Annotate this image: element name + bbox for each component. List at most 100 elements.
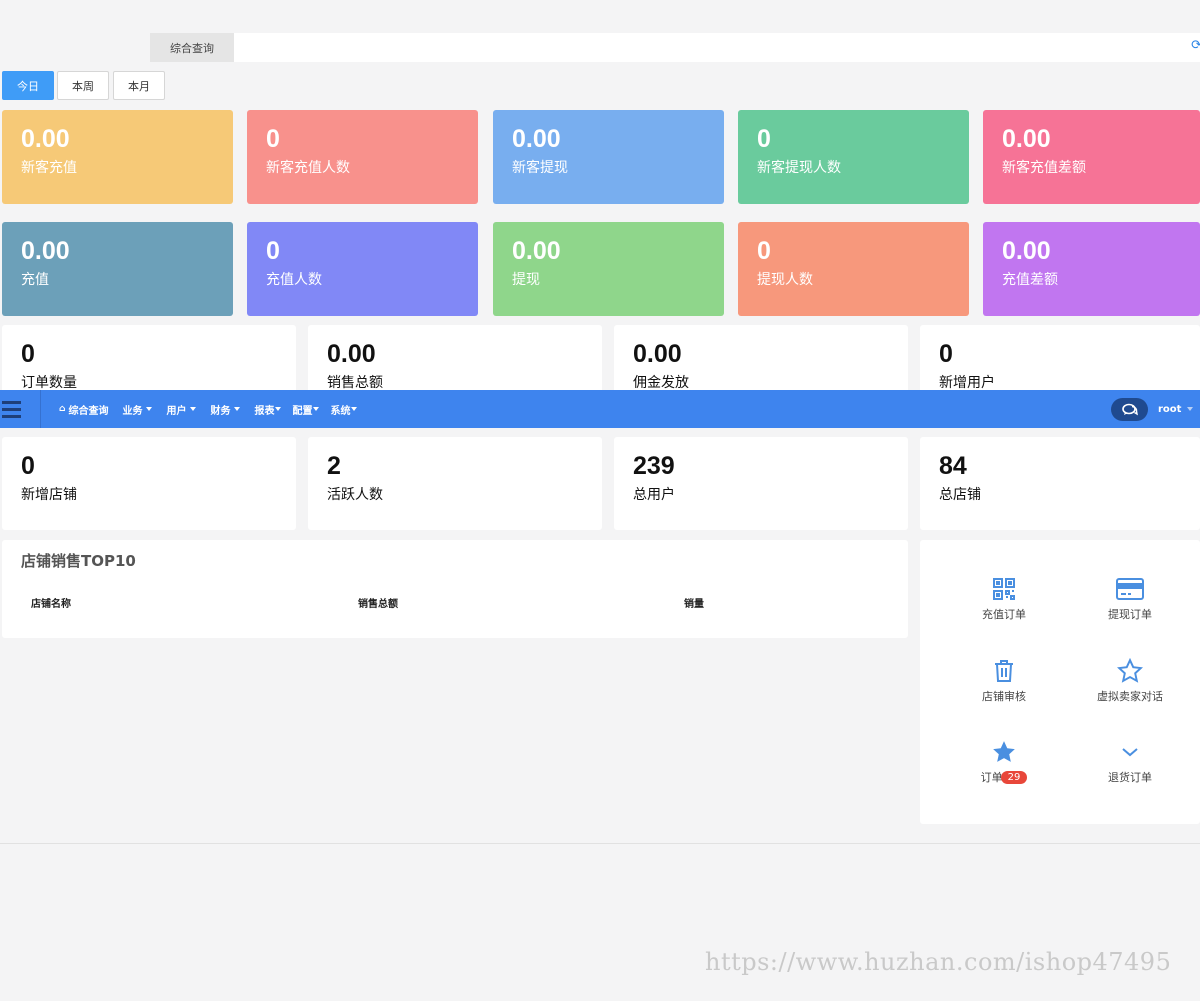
stat-label: 活跃人数 [327, 487, 383, 503]
stat-value: 0.00 [512, 237, 561, 265]
quick-link-label: 提现订单 [1108, 608, 1152, 621]
stat-label: 充值人数 [266, 272, 322, 288]
menu-toggle-button[interactable] [0, 390, 41, 428]
menu-item-business[interactable]: 业务 [122, 402, 153, 417]
stat-label: 订单数量 [21, 375, 77, 391]
refresh-icon[interactable]: ⟳ [1191, 38, 1200, 53]
hamburger-icon [2, 399, 21, 420]
stat-label: 充值 [21, 272, 49, 288]
period-today-button[interactable]: 今日 [2, 71, 54, 100]
quick-link-orders[interactable]: 订单 29 [944, 739, 1064, 785]
stat-card-new-shops: 0 新增店铺 [2, 437, 296, 530]
stat-card-new-recharge: 0.00 新客充值 [2, 110, 233, 204]
menu-item-label: 综合查询 [68, 405, 109, 417]
star-outline-icon [1117, 658, 1143, 683]
stat-value: 0.00 [1002, 237, 1051, 265]
quick-link-return-orders[interactable]: 退货订单 [1070, 739, 1190, 785]
stat-label: 新客提现人数 [757, 160, 841, 176]
stat-value: 0 [266, 237, 280, 265]
stat-card-new-withdraw-users: 0 新客提现人数 [738, 110, 969, 204]
username: root [1158, 403, 1182, 415]
stat-value: 0 [757, 125, 771, 153]
column-header-shop-name: 店铺名称 [31, 599, 71, 610]
stat-value: 0 [266, 125, 280, 153]
stat-value: 0.00 [512, 125, 561, 153]
caret-down-icon [313, 407, 320, 411]
quick-link-withdraw-orders[interactable]: 提现订单 [1070, 576, 1190, 622]
chat-icon [1121, 403, 1138, 415]
stat-label: 新增店铺 [21, 487, 77, 503]
caret-down-icon [351, 407, 358, 411]
stat-label: 充值差额 [1002, 272, 1058, 288]
caret-down-icon [234, 407, 241, 411]
menu-item-system[interactable]: 系统 [330, 402, 358, 417]
menu-item-finance[interactable]: 财务 [210, 402, 241, 417]
stat-card-total-users: 239 总用户 [614, 437, 908, 530]
quick-link-recharge-orders[interactable]: 充值订单 [944, 576, 1064, 622]
menu-item-reports[interactable]: 报表 [254, 402, 282, 417]
caret-down-icon [190, 407, 197, 411]
stat-value: 84 [939, 452, 967, 480]
quick-link-label: 订单 [980, 771, 1003, 784]
quick-link-label: 退货订单 [1108, 771, 1152, 784]
stat-label: 提现人数 [757, 272, 813, 288]
stat-label: 总用户 [633, 487, 675, 503]
period-month-button[interactable]: 本月 [113, 71, 165, 100]
trash-icon [995, 660, 1013, 682]
period-week-button[interactable]: 本周 [57, 71, 109, 100]
stat-label: 新客提现 [512, 160, 568, 176]
stat-card-withdraw-users: 0 提现人数 [738, 222, 969, 316]
caret-down-icon [1187, 407, 1194, 411]
quick-link-shop-review[interactable]: 店铺审核 [944, 658, 1064, 704]
stat-card-recharge: 0.00 充值 [2, 222, 233, 316]
stat-label: 新客充值人数 [266, 160, 350, 176]
column-header-sales-total: 销售总额 [358, 599, 398, 610]
stat-value: 239 [633, 452, 675, 480]
tab-comprehensive-query[interactable]: 综合查询 [150, 33, 234, 62]
stat-card-new-recharge-users: 0 新客充值人数 [247, 110, 478, 204]
menu-item-label: 系统 [330, 405, 351, 417]
stat-value: 0 [21, 340, 35, 368]
stat-value: 2 [327, 452, 341, 480]
quick-links-panel: 充值订单 提现订单 店铺审核 虚拟卖家对话 订单 29 退货订单 [920, 540, 1200, 824]
stat-card-total-shops: 84 总店铺 [920, 437, 1200, 530]
stat-value: 0 [939, 340, 953, 368]
stat-value: 0.00 [21, 237, 70, 265]
stat-label: 佣金发放 [633, 375, 689, 391]
tab-strip: 综合查询 ⟳ [150, 33, 1200, 62]
stat-label: 销售总额 [327, 375, 383, 391]
qrcode-icon [993, 578, 1015, 600]
watermark: https://www.huzhan.com/ishop47495 [705, 948, 1172, 976]
menu-item-config[interactable]: 配置 [292, 402, 320, 417]
chat-button[interactable] [1111, 398, 1148, 421]
stat-label: 提现 [512, 272, 540, 288]
top-navbar: ⌂ 综合查询 业务 用户 财务 报表 配置 系统 root [0, 390, 1200, 428]
stat-value: 0.00 [327, 340, 376, 368]
menu-item-comprehensive-query[interactable]: ⌂ 综合查询 [59, 402, 108, 417]
credit-card-icon [1116, 578, 1144, 600]
user-menu[interactable]: root [1158, 390, 1194, 428]
chevron-down-icon [1122, 748, 1138, 757]
panel-title: 店铺销售TOP10 [21, 552, 136, 570]
stat-card-recharge-diff: 0.00 充值差额 [983, 222, 1200, 316]
home-icon: ⌂ [59, 404, 66, 414]
shop-sales-top10-panel: 店铺销售TOP10 店铺名称 销售总额 销量 [2, 540, 908, 638]
stat-card-active-users: 2 活跃人数 [308, 437, 602, 530]
menu-item-users[interactable]: 用户 [166, 402, 197, 417]
menu-item-label: 财务 [210, 405, 231, 417]
stat-label: 总店铺 [939, 487, 981, 503]
quick-link-label: 虚拟卖家对话 [1097, 690, 1163, 703]
menu-item-label: 报表 [254, 405, 275, 417]
quick-link-label: 店铺审核 [982, 690, 1026, 703]
menu-item-label: 配置 [292, 405, 313, 417]
stat-value: 0.00 [633, 340, 682, 368]
star-icon [993, 741, 1015, 762]
main-menu: ⌂ 综合查询 业务 用户 财务 报表 配置 系统 [59, 390, 371, 428]
quick-link-virtual-seller-chat[interactable]: 虚拟卖家对话 [1070, 658, 1190, 704]
menu-item-label: 业务 [122, 405, 143, 417]
caret-down-icon [275, 407, 282, 411]
quick-link-label: 充值订单 [982, 608, 1026, 621]
stat-value: 0 [757, 237, 771, 265]
menu-item-label: 用户 [166, 405, 187, 417]
stat-label: 新客充值差额 [1002, 160, 1086, 176]
